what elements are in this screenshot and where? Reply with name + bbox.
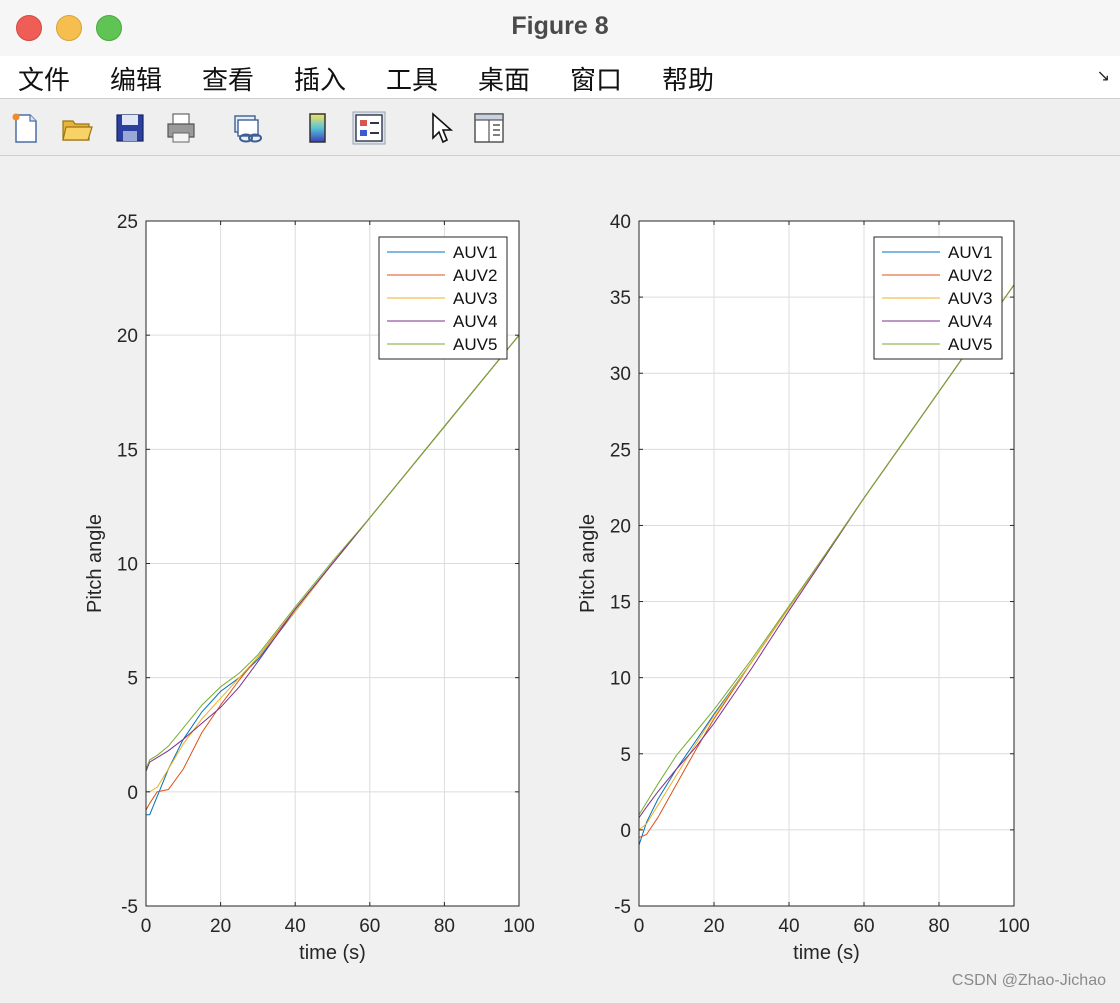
x-tick-label: 80 <box>928 916 949 937</box>
figure-plots: 0 20 40 60 80 100-50510152025time (s)Pitch an… <box>84 212 1030 964</box>
y-tick-label: 0 <box>127 783 138 804</box>
legend-label-auv5: AUV5 <box>948 335 992 354</box>
legend-label-auv2: AUV2 <box>453 266 497 285</box>
legend-label-auv2: AUV2 <box>948 266 992 285</box>
menu-file[interactable]: 文件 <box>18 60 70 97</box>
x-tick-label: 60 <box>853 916 874 937</box>
y-tick-label: 10 <box>610 669 631 690</box>
y-tick-label: 5 <box>620 745 631 766</box>
print-icon[interactable] <box>164 111 198 145</box>
y-tick-label: 15 <box>610 593 631 614</box>
x-tick-label: 0 <box>634 916 645 937</box>
new-figure-icon[interactable] <box>8 111 42 145</box>
window-title: Figure 8 <box>511 12 609 40</box>
legend[interactable]: AUV1 AUV2 AUV3 AUV4 AUV5 <box>378 236 508 360</box>
pointer-icon[interactable] <box>424 111 458 145</box>
x-tick-label: 40 <box>778 916 799 937</box>
x-axis-label: time (s) <box>793 942 860 964</box>
legend-label-auv1: AUV1 <box>453 243 497 262</box>
legend-icon[interactable] <box>352 111 386 145</box>
figure-toolbar <box>0 99 1120 156</box>
menu-edit[interactable]: 编辑 <box>110 60 162 97</box>
open-file-icon[interactable] <box>60 111 94 145</box>
colorbar-icon[interactable] <box>301 111 335 145</box>
link-plot-icon[interactable] <box>232 111 266 145</box>
y-tick-label: -5 <box>121 897 138 918</box>
figure-canvas: 0 20 40 60 80 100 -5 0 5 10 15 20 25 time (s) Pitch an… <box>0 156 1120 998</box>
menu-view[interactable]: 查看 <box>202 60 254 97</box>
menu-help[interactable]: 帮助 <box>662 60 714 97</box>
y-tick-label: 25 <box>117 212 138 233</box>
y-tick-label: -5 <box>614 897 631 918</box>
y-tick-label: 15 <box>117 440 138 461</box>
property-editor-icon[interactable] <box>472 111 506 145</box>
y-axis-label: Pitch angle <box>84 514 106 613</box>
y-tick-label: 20 <box>610 516 631 537</box>
menu-tools[interactable]: 工具 <box>386 60 438 97</box>
legend[interactable]: AUV1 AUV2 AUV3 AUV4 AUV5 <box>873 236 1003 360</box>
legend-label-auv3: AUV3 <box>948 289 992 308</box>
dock-arrow-icon[interactable]: ↘ <box>1097 66 1110 86</box>
y-tick-label: 5 <box>127 669 138 690</box>
window-titlebar: Figure 8 <box>0 0 1120 57</box>
watermark-text: CSDN @Zhao-Jichao <box>951 972 1106 989</box>
menu-window[interactable]: 窗口 <box>570 60 622 97</box>
x-axis-label: time (s) <box>299 942 366 964</box>
x-tick-label: 20 <box>703 916 724 937</box>
y-tick-label: 0 <box>620 821 631 842</box>
y-axis-label: Pitch angle <box>577 514 599 613</box>
x-tick-label: 100 <box>998 916 1030 937</box>
x-tick-label: 60 <box>359 916 380 937</box>
y-tick-label: 40 <box>610 212 631 233</box>
y-tick-label: 10 <box>117 555 138 576</box>
legend-label-auv5: AUV5 <box>453 335 497 354</box>
x-tick-label: 40 <box>285 916 306 937</box>
menu-insert[interactable]: 插入 <box>294 60 346 97</box>
legend-label-auv4: AUV4 <box>453 312 497 331</box>
axes-2: 0 20 40 60 80 100-50510152025303540time (s)Pi… <box>577 212 1030 964</box>
legend-label-auv1: AUV1 <box>948 243 992 262</box>
y-tick-label: 30 <box>610 364 631 385</box>
save-icon[interactable] <box>113 111 147 145</box>
y-tick-label: 35 <box>610 288 631 309</box>
menu-desktop[interactable]: 桌面 <box>478 60 530 97</box>
x-tick-label: 100 <box>503 916 535 937</box>
x-tick-label: 0 <box>141 916 152 937</box>
x-tick-label: 20 <box>210 916 231 937</box>
y-tick-label: 20 <box>117 326 138 347</box>
legend-label-auv3: AUV3 <box>453 289 497 308</box>
axes-1: 0 20 40 60 80 100-50510152025time (s)Pitch an… <box>84 212 535 964</box>
x-tick-label: 80 <box>434 916 455 937</box>
y-tick-label: 25 <box>610 440 631 461</box>
legend-label-auv4: AUV4 <box>948 312 992 331</box>
menu-bar: 文件 编辑 查看 插入 工具 桌面 窗口 帮助 ↘ <box>0 56 1120 99</box>
